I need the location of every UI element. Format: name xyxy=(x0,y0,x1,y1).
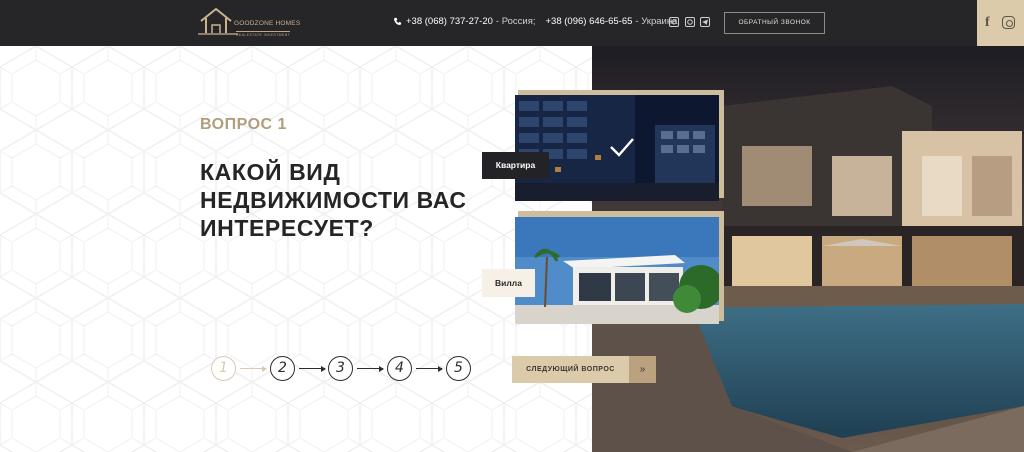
logo-name: GOODZONE HOMES xyxy=(234,20,301,27)
step-arrow xyxy=(299,365,326,372)
phone-icon xyxy=(394,17,402,25)
step-1: 1 xyxy=(211,356,236,381)
step-arrow xyxy=(416,365,443,372)
social-panel: f xyxy=(977,0,1024,46)
background-pattern xyxy=(0,46,592,452)
next-question-button[interactable]: СЛЕДУЮЩИЙ ВОПРОС xyxy=(512,356,629,383)
step-arrow xyxy=(357,365,384,372)
viber-icon[interactable] xyxy=(669,17,679,27)
phone-russia[interactable]: +38 (068) 737-27-20 xyxy=(406,16,493,27)
facebook-icon[interactable]: f xyxy=(985,15,990,31)
phone-ukraine[interactable]: +38 (096) 646-65-65 xyxy=(546,16,633,27)
checkmark-icon xyxy=(610,138,634,157)
option-label-apartment[interactable]: Квартира xyxy=(482,152,549,179)
callback-button[interactable]: ОБРАТНЫЙ ЗВОНОК xyxy=(724,12,825,34)
logo-tagline: REALESTATE INVESTMENT xyxy=(236,31,291,37)
question-title: КАКОЙ ВИД НЕДВИЖИМОСТИ ВАС ИНТЕРЕСУЕТ? xyxy=(200,159,467,241)
instagram-icon[interactable] xyxy=(1002,16,1015,29)
option-label-villa[interactable]: Вилла xyxy=(482,269,535,297)
step-4: 4 xyxy=(387,356,412,381)
house-logo-icon xyxy=(198,7,238,35)
whatsapp-icon[interactable] xyxy=(685,17,695,27)
logo[interactable]: GOODZONE HOMES REALESTATE INVESTMENT xyxy=(198,5,300,41)
villa-photo xyxy=(515,217,719,324)
double-chevron-right-icon[interactable]: » xyxy=(629,356,656,383)
apartment-photo xyxy=(515,95,719,201)
step-2: 2 xyxy=(270,356,295,381)
telegram-icon[interactable] xyxy=(700,17,710,27)
phone-list: +38 (068) 737-27-20 - Россия; +38 (096) … xyxy=(393,16,677,27)
top-header: GOODZONE HOMES REALESTATE INVESTMENT +38… xyxy=(0,0,1024,46)
phone-russia-country: - Россия; xyxy=(495,16,536,27)
question-number: ВОПРОС 1 xyxy=(200,116,287,133)
step-arrow xyxy=(240,365,267,372)
step-3: 3 xyxy=(328,356,353,381)
step-5: 5 xyxy=(446,356,471,381)
